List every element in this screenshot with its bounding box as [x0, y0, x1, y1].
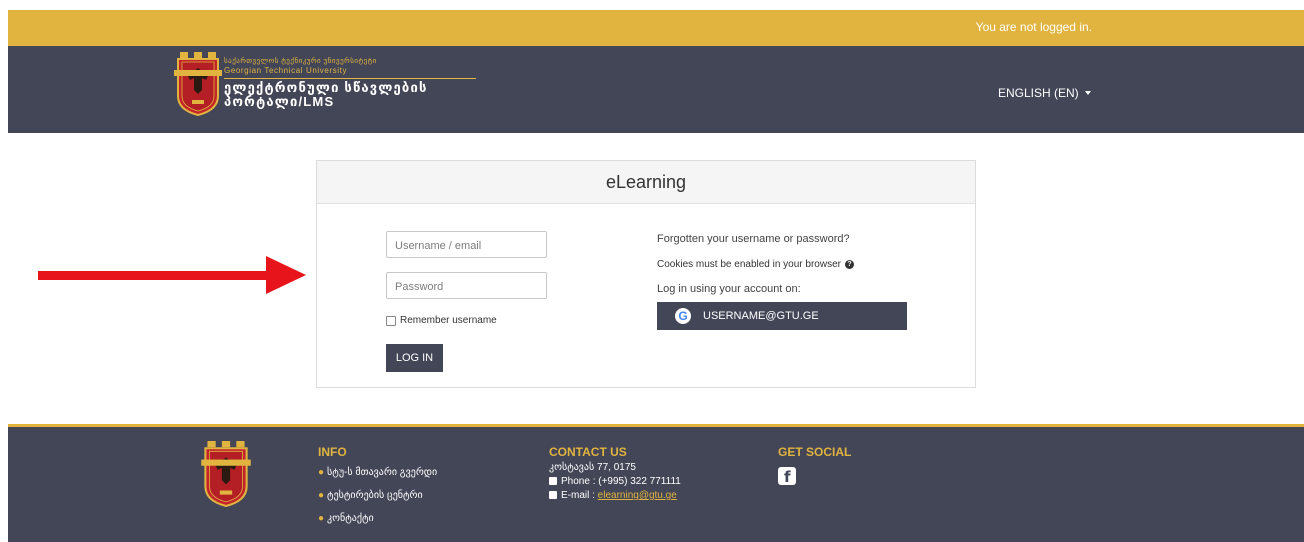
footer-link-main-page[interactable]: ● სტუ-ს მთავარი გვერდი: [318, 461, 437, 484]
envelope-icon: [549, 491, 557, 499]
footer-info-heading: INFO: [318, 445, 347, 459]
footer-contact-heading: CONTACT US: [549, 445, 627, 459]
google-login-label: USERNAME@GTU.GE: [703, 310, 819, 322]
red-arrow-annotation: [38, 254, 308, 303]
language-menu[interactable]: ENGLISH (EN): [998, 86, 1091, 100]
help-icon[interactable]: ?: [844, 260, 854, 269]
top-bar: You are not logged in.: [8, 10, 1304, 46]
phone-icon: [549, 477, 557, 485]
site-logo[interactable]: საქართველოს ტექნიკური უნივერსიტეტი Georg…: [174, 52, 476, 117]
google-icon: G: [675, 308, 691, 324]
login-status-text: You are not logged in.: [975, 20, 1092, 34]
remember-username-checkbox[interactable]: [386, 315, 396, 326]
google-login-button[interactable]: G USERNAME@GTU.GE: [657, 302, 907, 330]
footer-email-link[interactable]: elearning@gtu.ge: [598, 490, 677, 501]
login-button[interactable]: LOG IN: [386, 344, 443, 372]
footer-social-heading: GET SOCIAL: [778, 445, 852, 459]
logo-title-georgian: საქართველოს ტექნიკური უნივერსიტეტი: [224, 58, 377, 65]
footer-address: კოსტავას 77, 0175: [549, 462, 636, 473]
university-crest-icon: [174, 52, 222, 117]
footer-link-contact[interactable]: ● კონტაქტი: [318, 507, 437, 530]
login-panel-title: eLearning: [605, 172, 687, 192]
username-input[interactable]: [393, 233, 547, 259]
password-field[interactable]: [386, 272, 547, 300]
footer-email: E-mail : elearning@gtu.ge: [549, 489, 681, 503]
login-panel: eLearning Remember username LOG IN Forgo…: [316, 160, 976, 388]
cookies-notice: Cookies must be enabled in your browser …: [657, 259, 854, 270]
login-panel-header: eLearning: [317, 161, 975, 204]
site-header: საქართველოს ტექნიკური უნივერსიტეტი Georg…: [8, 46, 1304, 133]
language-label: ENGLISH (EN): [998, 86, 1079, 100]
site-footer: INFO ● სტუ-ს მთავარი გვერდი ● ტესტირების ც…: [8, 424, 1304, 542]
logo-divider: [224, 78, 476, 79]
remember-username[interactable]: Remember username: [386, 315, 497, 326]
remember-username-label: Remember username: [400, 315, 497, 326]
page: You are not logged in. საქართველოს ტექნი…: [8, 10, 1304, 542]
footer-social: GET SOCIAL f: [778, 445, 852, 486]
password-input[interactable]: [393, 274, 547, 300]
login-using-text: Log in using your account on:: [657, 283, 801, 295]
footer-phone: Phone : (+995) 322 771111: [549, 475, 681, 489]
footer-link-testing-center[interactable]: ● ტესტირების ცენტრი: [318, 484, 437, 507]
logo-text: საქართველოს ტექნიკური უნივერსიტეტი Georg…: [224, 58, 476, 109]
logo-portal-line1: ელექტრონული სწავლების: [224, 80, 428, 95]
logo-title-english: Georgian Technical University: [224, 66, 348, 75]
cookies-text: Cookies must be enabled in your browser: [657, 259, 841, 270]
username-field[interactable]: [386, 231, 547, 259]
footer-crest-icon: [201, 441, 251, 508]
facebook-icon[interactable]: f: [778, 467, 796, 486]
logo-portal-line2: პორტალი/LMS: [224, 94, 335, 109]
footer-info: INFO ● სტუ-ს მთავარი გვერდი ● ტესტირების ც…: [318, 445, 437, 530]
chevron-down-icon: [1084, 91, 1091, 95]
footer-contact: CONTACT US კოსტავას 77, 0175 Phone : (+9…: [549, 445, 681, 503]
forgot-password-link[interactable]: Forgotten your username or password?: [657, 233, 850, 245]
